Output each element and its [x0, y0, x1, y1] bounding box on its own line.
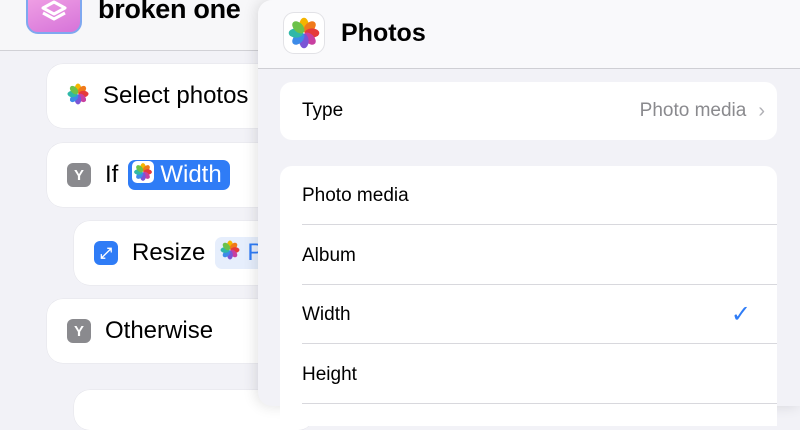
- branch-icon: Y: [67, 163, 91, 187]
- action-label: Otherwise: [105, 317, 214, 344]
- option-label: Album: [302, 244, 356, 266]
- photos-icon: [67, 83, 89, 110]
- action-label: Select photos: [103, 82, 249, 109]
- photos-icon: [219, 239, 241, 268]
- shortcut-title[interactable]: broken one: [98, 0, 241, 25]
- option-album[interactable]: Album: [280, 226, 777, 285]
- chevron-right-icon: ›: [758, 99, 765, 122]
- variable-token-width[interactable]: Width: [128, 160, 230, 190]
- shortcut-app-icon[interactable]: [26, 0, 82, 34]
- option-width[interactable]: Width ✓: [280, 285, 777, 344]
- type-label: Type: [302, 100, 344, 121]
- layers-icon: [41, 0, 67, 21]
- option-label: Photo media: [302, 184, 409, 206]
- popover-title: Photos: [341, 19, 426, 47]
- separator: [302, 343, 777, 344]
- separator: [302, 403, 777, 404]
- action-label: Resize: [132, 239, 206, 266]
- resize-icon: ⤢: [94, 241, 118, 265]
- branch-icon: Y: [67, 319, 91, 343]
- checkmark-icon: ✓: [730, 301, 751, 328]
- option-height[interactable]: Height: [280, 345, 777, 404]
- action-label: If: [105, 161, 119, 188]
- option-photo-media[interactable]: Photo media: [280, 166, 777, 225]
- photos-app-icon: [284, 13, 324, 53]
- type-row[interactable]: Type Photo media ›: [280, 82, 777, 140]
- type-value: Photo media: [639, 100, 747, 121]
- property-options-list: Photo media Album Width ✓ Height: [280, 166, 777, 426]
- token-label: Width: [160, 161, 222, 188]
- popover-header: Photos: [258, 0, 800, 69]
- option-label: Height: [302, 363, 357, 385]
- option-label: Width: [302, 303, 351, 325]
- photos-icon: [132, 160, 155, 190]
- separator: [302, 224, 777, 225]
- type-value-group: Photo media ›: [640, 100, 765, 123]
- photos-popover: Photos Type Photo media › Photo media Al…: [258, 0, 800, 426]
